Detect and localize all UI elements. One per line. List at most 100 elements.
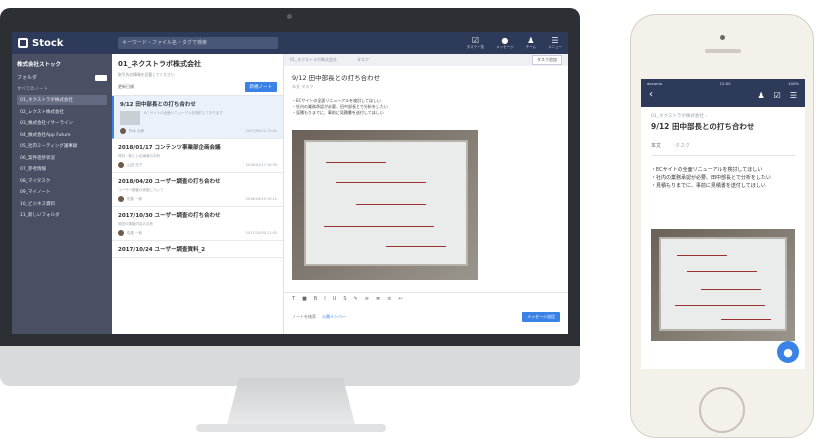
list-item[interactable]: 2018/04/20 ユーザー調査の打ち合わせ ユーザー調査の実施について 佐藤… <box>112 173 283 207</box>
body-line: ・社内の業務承認が必要、田中部長とで分析をしたい <box>651 175 771 181</box>
phone-nav-icons: ♟ ☑ ☰ <box>757 91 797 100</box>
phone-header: docomo 12:00 100% ‹ ♟ ☑ ☰ <box>641 79 805 107</box>
bold-button[interactable]: B <box>314 296 317 302</box>
note-meta: 山田 花子 2018/01/17 10:30 <box>118 162 277 168</box>
italic-button[interactable]: I <box>324 296 325 302</box>
back-icon[interactable]: ‹ <box>649 90 653 100</box>
whiteboard-photo <box>651 229 795 341</box>
app-topbar: Stock キーワード・ファイル名・タグで検索 ☑ タスク一覧 ● メッセージ … <box>12 32 568 54</box>
team-icon[interactable]: ♟ <box>757 91 764 100</box>
phone-note-body[interactable]: ・ECサイトの全面リニューアルを検討してほしい ・社内の業務承認が必要、田中部長… <box>641 156 805 198</box>
status-bar: docomo 12:00 100% <box>641 79 805 88</box>
note-title: 2017/10/24 ユーザー調査資料_2 <box>118 247 206 253</box>
stock-logo-icon <box>18 38 28 48</box>
list-item[interactable]: 2018/01/17 コンテンツ事業部企画会議 資料・新しい企画案の共有 山田 … <box>112 139 283 173</box>
menu-button[interactable]: ☰ メニュー <box>548 36 562 50</box>
sidebar-item[interactable]: 09_マイノート <box>17 187 107 197</box>
list-button[interactable]: ≡ <box>365 296 369 302</box>
avatar <box>120 128 126 134</box>
sidebar-item[interactable]: 11_新しいフォルダ <box>17 210 107 220</box>
sidebar-item[interactable]: 08_マイタスク <box>17 176 107 186</box>
send-message-button[interactable]: メッセージ送信 <box>522 312 560 322</box>
chat-fab-button[interactable]: ● <box>777 341 799 363</box>
phone-breadcrumb[interactable]: 01_ネクストラボ株式会社 › <box>641 107 805 121</box>
pen-button[interactable]: ✎ <box>354 296 358 302</box>
sidebar-item[interactable]: 02_レクスト株式会社 <box>17 107 107 117</box>
app-logo[interactable]: Stock <box>18 38 118 49</box>
editor-footer: ノートを検索 公開メンバー メッセージ送信 <box>284 310 568 324</box>
folder-label: フォルダ <box>17 75 38 81</box>
checklist-icon[interactable]: ☑ <box>774 91 781 100</box>
note-author: 佐藤 一郎 <box>127 196 143 201</box>
task-list-button[interactable]: ☑ タスク一覧 <box>466 36 485 50</box>
note-date: 2017/10/30 11:05 <box>245 231 277 235</box>
clock: 12:00 <box>719 81 731 86</box>
logo-text: Stock <box>32 37 64 49</box>
format-toolbar: T ■ B I U S ✎ ≡ ≣ ≡ ↩ <box>284 292 568 304</box>
folder-add-button[interactable] <box>95 74 107 81</box>
sidebar-item[interactable]: 10_ビジネス資料 <box>17 199 107 209</box>
note-title: 9/12 田中部長との打ち合わせ <box>120 102 196 108</box>
list-item[interactable]: 9/12 田中部長との打ち合わせ EC サイトの全面リニューアルを検討しておりま… <box>112 96 283 139</box>
sort-dropdown[interactable]: 更新日順 <box>118 84 134 90</box>
note-date: 2017/09/12 17:41 <box>245 129 277 133</box>
note-editor: 01_ネクストラボ株式会社 タスク タスク追加 9/12 田中部長との打ち合わせ… <box>284 54 568 334</box>
footer-members[interactable]: 公開メンバー <box>322 314 346 320</box>
team-button[interactable]: ♟ チーム <box>525 36 536 50</box>
add-task-button[interactable]: タスク追加 <box>532 55 562 65</box>
carrier: docomo <box>647 81 663 86</box>
note-body[interactable]: ・ECサイトの全面リニューアルを検討してほしい ・社内の業務承認が必要、田中部長… <box>284 90 568 120</box>
sidebar-item[interactable]: 01_ネクストラボ株式会社 <box>17 95 107 105</box>
tab-task[interactable]: タスク <box>357 57 369 63</box>
team-label: チーム <box>525 44 536 49</box>
avatar <box>118 230 124 236</box>
strike-button[interactable]: S <box>343 296 346 302</box>
numbered-list-button[interactable]: ≣ <box>376 296 380 302</box>
message-button[interactable]: ● メッセージ <box>496 36 514 50</box>
color-button[interactable]: ■ <box>302 296 307 302</box>
sidebar-item[interactable]: 03_株式会社イサーライン <box>17 118 107 128</box>
folder-description: 取引先の情報を記載してください <box>118 72 175 77</box>
note-list: 01_ネクストラボ株式会社 取引先の情報を記載してください 更新日順 新規ノート… <box>112 54 284 334</box>
editor-breadcrumb[interactable]: 01_ネクストラボ株式会社 <box>290 57 337 63</box>
text-style-button[interactable]: T <box>292 296 295 302</box>
sidebar-item[interactable]: 07_参考情報 <box>17 164 107 174</box>
avatar <box>118 162 124 168</box>
tab-body[interactable]: 本文 <box>651 142 661 149</box>
note-text: 前回の調査内容の共有 <box>118 222 153 226</box>
home-button[interactable] <box>699 387 745 433</box>
search-input[interactable]: キーワード・ファイル名・タグで検索 <box>118 37 278 49</box>
list-item[interactable]: 2017/10/24 ユーザー調査資料_2 <box>112 241 283 258</box>
body-line: ・ECサイトの全面リニューアルを検討してほしい <box>651 167 763 173</box>
task-list-label: タスク一覧 <box>466 44 485 49</box>
phone-camera <box>720 35 725 40</box>
smartphone: docomo 12:00 100% ‹ ♟ ☑ ☰ 01_ネクストラボ株式会社 … <box>630 14 814 438</box>
monitor-base <box>196 424 386 432</box>
note-title: 2018/04/20 ユーザー調査の打ち合わせ <box>118 179 221 185</box>
footer-search[interactable]: ノートを検索 <box>292 314 316 320</box>
list-item[interactable]: 2017/10/30 ユーザー調査の打ち合わせ 前回の調査内容の共有 佐藤 一郎… <box>112 207 283 241</box>
company-name[interactable]: 株式会社ストック <box>17 60 107 68</box>
new-note-button[interactable]: 新規ノート <box>244 82 277 92</box>
body-line: ・見積もりまでに、事前に見積書を送付してほしい <box>292 110 384 115</box>
chat-icon: ● <box>783 345 793 359</box>
body-line: ・見積もりまでに、事前に見積書を送付してほしい <box>651 183 766 189</box>
note-title-field[interactable]: 9/12 田中部長との打ち合わせ <box>284 66 568 84</box>
sidebar-item[interactable]: 04_株式会社App Future <box>17 130 107 140</box>
phone-screen: docomo 12:00 100% ‹ ♟ ☑ ☰ 01_ネクストラボ株式会社 … <box>641 79 805 369</box>
note-author: 鈴木 太郎 <box>129 128 145 133</box>
phone-note-title: 9/12 田中部長との打ち合わせ <box>651 122 755 131</box>
top-icons: ☑ タスク一覧 ● メッセージ ♟ チーム ☰ メニュー <box>466 36 562 50</box>
underline-button[interactable]: U <box>333 296 337 302</box>
tab-task[interactable]: タスク <box>675 142 690 149</box>
monitor-stand <box>226 378 356 428</box>
note-date: 2018/04/20 15:12 <box>245 197 277 201</box>
menu-icon[interactable]: ☰ <box>790 91 797 100</box>
note-thumbnail <box>120 111 140 125</box>
align-button[interactable]: ≡ <box>387 296 391 302</box>
all-notes-link[interactable]: すべてのノート <box>17 86 107 92</box>
undo-button[interactable]: ↩ <box>398 296 402 302</box>
message-label: メッセージ <box>496 44 514 49</box>
sidebar-item[interactable]: 06_案件進捗状況 <box>17 153 107 163</box>
sidebar-item[interactable]: 05_社内ミーティング議事録 <box>17 141 107 151</box>
